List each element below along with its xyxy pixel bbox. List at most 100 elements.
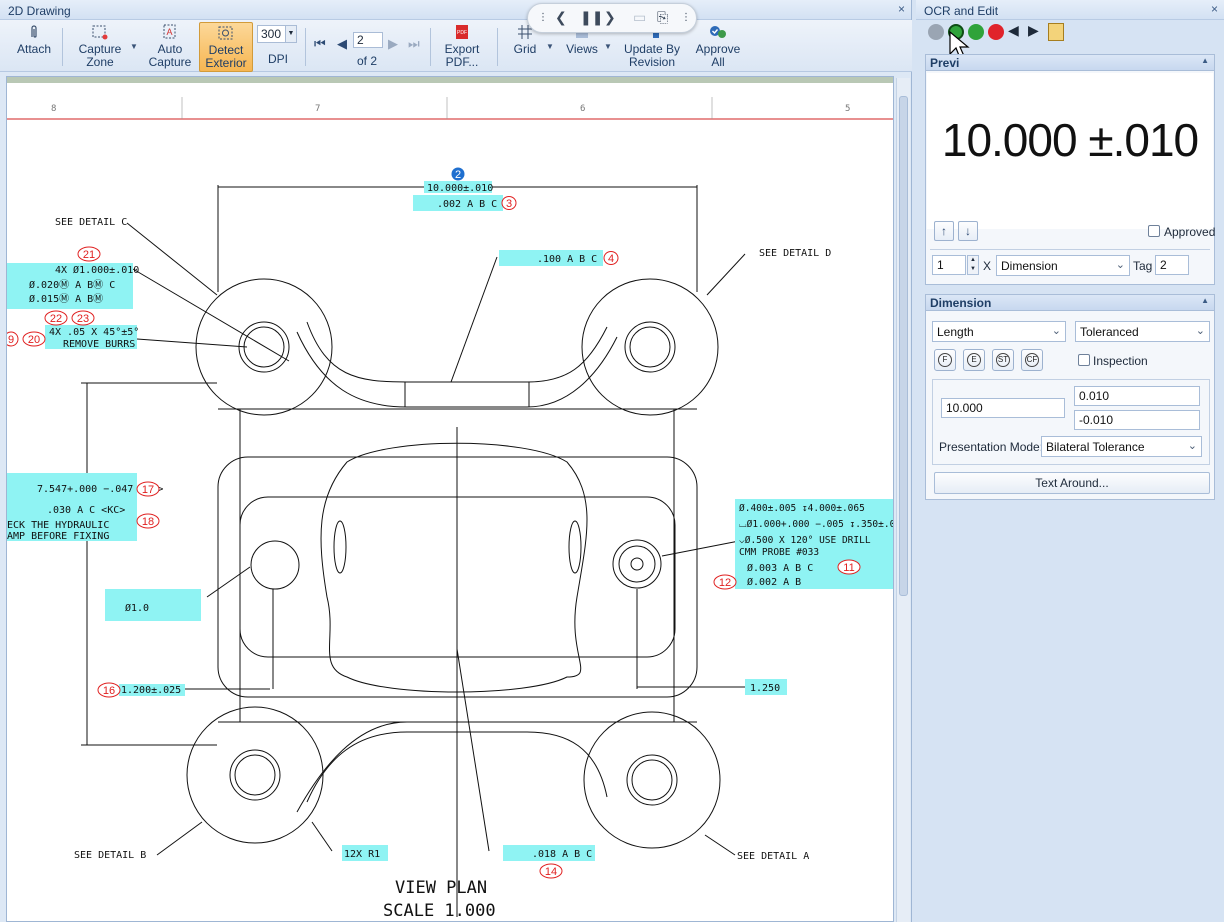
- flag-st-button[interactable]: ST: [992, 349, 1014, 371]
- pause-icon[interactable]: ❚❚: [580, 9, 603, 26]
- check-disabled-icon[interactable]: [928, 24, 944, 40]
- text-around-button[interactable]: Text Around...: [934, 472, 1210, 494]
- balloon-12[interactable]: 12: [719, 577, 731, 589]
- fcf-bottom[interactable]: .018 A B C: [532, 849, 592, 860]
- fcf-profile-top[interactable]: .100 A B C: [537, 254, 597, 265]
- hole-right-line3[interactable]: ⌵Ø.500 X 120° USE DRILL: [739, 535, 871, 546]
- fcf-right2[interactable]: Ø.002 A B: [747, 576, 801, 588]
- dimension-header[interactable]: Dimension ▲: [926, 295, 1214, 311]
- divider: [930, 249, 1210, 250]
- close-icon[interactable]: ×: [898, 2, 905, 16]
- balloon-22[interactable]: 22: [50, 313, 62, 325]
- dim-bottom-right[interactable]: 1.250: [750, 683, 780, 694]
- balloon-16[interactable]: 16: [103, 685, 115, 697]
- flag-e-button[interactable]: E: [963, 349, 985, 371]
- type-select[interactable]: Dimension ⌄: [996, 255, 1130, 276]
- chamfer-note[interactable]: 4X .05 X 45°±5°: [49, 327, 139, 338]
- radius-note[interactable]: 12X R1: [344, 849, 380, 860]
- balloon-11[interactable]: 11: [843, 562, 854, 574]
- hole-fcf2[interactable]: Ø.015Ⓜ A BⓂ: [29, 293, 103, 305]
- drag-handle-icon[interactable]: ⋮: [538, 12, 548, 23]
- fcf-top[interactable]: .002 A B C: [437, 199, 497, 210]
- arrow-down-button[interactable]: ↓: [958, 221, 978, 241]
- lower-tolerance-field[interactable]: -0.010: [1074, 410, 1200, 430]
- hole-right-line2[interactable]: ⌴Ø1.000+.000 −.005 ↧.350±.010: [739, 519, 894, 530]
- next-page-icon[interactable]: ▶: [388, 36, 398, 52]
- dpi-select[interactable]: 300 ▼: [257, 25, 297, 43]
- dim-bottom-left[interactable]: 1.200±.025: [121, 685, 181, 696]
- collapse-icon[interactable]: ▲: [1201, 56, 1209, 65]
- close-icon[interactable]: ×: [1211, 2, 1218, 16]
- auto-capture-button[interactable]: A Auto Capture: [144, 22, 196, 72]
- first-page-icon[interactable]: ⏮: [314, 36, 326, 52]
- previous-page-icon[interactable]: ◀: [337, 36, 347, 52]
- quantity-stepper[interactable]: ▲ ▼: [967, 255, 979, 275]
- quantity-field[interactable]: 1: [932, 255, 966, 275]
- inspection-checkbox[interactable]: [1078, 354, 1090, 366]
- arrow-right-icon[interactable]: ▶: [1028, 22, 1039, 39]
- dim-top[interactable]: 10.000±.010: [427, 183, 493, 194]
- note-line2[interactable]: AMP BEFORE FIXING: [7, 531, 109, 542]
- collapse-icon[interactable]: ▲: [1201, 296, 1209, 305]
- note-line1[interactable]: ECK THE HYDRAULIC: [7, 520, 109, 531]
- tag-field[interactable]: 2: [1155, 255, 1189, 275]
- remove-burrs-note[interactable]: REMOVE BURRS: [63, 339, 135, 350]
- attach-button[interactable]: Attach: [14, 22, 54, 72]
- flag-f-button[interactable]: F: [934, 349, 956, 371]
- balloon-4[interactable]: 4: [608, 253, 614, 265]
- add-icon[interactable]: [968, 24, 984, 40]
- nominal-field[interactable]: 10.000: [941, 398, 1065, 418]
- save-as-icon[interactable]: ⎘: [657, 9, 668, 26]
- hole-right-line1[interactable]: Ø.400±.005 ↧4.000±.065: [739, 503, 865, 514]
- weld-symbol[interactable]: Ø1.0: [125, 602, 149, 614]
- update-by-revision-label-1: Update By: [623, 42, 681, 56]
- hole-fcf1[interactable]: Ø.020Ⓜ A BⓂ C: [29, 279, 115, 291]
- flag-cf-button[interactable]: CF: [1021, 349, 1043, 371]
- fcf-left[interactable]: .030 A C <KC>: [47, 505, 125, 516]
- delete-icon[interactable]: [988, 24, 1004, 40]
- scrollbar-thumb[interactable]: [899, 96, 908, 596]
- chevron-down-icon[interactable]: ▼: [285, 26, 296, 42]
- chevron-down-icon[interactable]: ▼: [546, 42, 554, 51]
- chevron-down-icon[interactable]: ▼: [130, 42, 138, 51]
- hole-callout[interactable]: 4X Ø1.000±.010: [55, 264, 139, 276]
- measure-type-select[interactable]: Length ⌄: [932, 321, 1066, 342]
- tolerance-type-select[interactable]: Toleranced ⌄: [1075, 321, 1210, 342]
- forward-icon[interactable]: ❯: [604, 9, 616, 26]
- capture-zone-button[interactable]: Capture Zone: [74, 22, 126, 72]
- detect-exterior-button[interactable]: Detect Exterior: [199, 22, 253, 72]
- chevron-down-icon: ⌄: [1195, 325, 1205, 337]
- arrow-left-icon[interactable]: ◀: [1008, 22, 1019, 39]
- balloon-14[interactable]: 14: [545, 866, 557, 878]
- drawing-canvas[interactable]: 8 7 6 5 10.000±.010 .002 A B C .100 A B …: [6, 76, 894, 922]
- balloon-21[interactable]: 21: [83, 249, 95, 261]
- chevron-down-icon[interactable]: ▼: [604, 42, 612, 51]
- balloon-18[interactable]: 18: [142, 516, 154, 528]
- balloon-19[interactable]: 9: [8, 334, 14, 346]
- approve-all-button[interactable]: Approve All: [694, 22, 742, 72]
- approve-all-icon: [710, 26, 726, 38]
- balloon-2[interactable]: 2: [455, 169, 461, 181]
- last-page-icon[interactable]: ⏭: [408, 36, 420, 52]
- page-number-input[interactable]: 2: [353, 32, 383, 48]
- balloon-23[interactable]: 23: [77, 313, 89, 325]
- export-pdf-button[interactable]: PDF Export PDF...: [440, 22, 484, 72]
- capture-zone-label-1: Capture: [78, 42, 122, 56]
- back-icon[interactable]: ❮: [555, 9, 567, 26]
- upper-tolerance-field[interactable]: 0.010: [1074, 386, 1200, 406]
- arrow-up-button[interactable]: ↑: [934, 221, 954, 241]
- attach-label: Attach: [16, 42, 52, 56]
- balloon-3[interactable]: 3: [506, 198, 512, 210]
- save-icon[interactable]: ▭: [633, 9, 646, 26]
- approved-checkbox[interactable]: [1148, 225, 1160, 237]
- balloon-20[interactable]: 20: [28, 334, 40, 346]
- vertical-scrollbar[interactable]: [896, 78, 910, 922]
- clipboard-icon[interactable]: [1048, 23, 1064, 41]
- fcf-right1[interactable]: Ø.003 A B C: [747, 562, 813, 574]
- presentation-mode-select[interactable]: Bilateral Tolerance ⌄: [1041, 436, 1202, 457]
- drag-handle-icon[interactable]: ⋮: [681, 12, 691, 23]
- hole-right-line4[interactable]: CMM PROBE #033: [739, 547, 819, 558]
- balloon-17[interactable]: 17: [142, 484, 154, 496]
- see-detail-c: SEE DETAIL C: [55, 217, 127, 228]
- preview-header[interactable]: Previ ▲: [926, 55, 1214, 71]
